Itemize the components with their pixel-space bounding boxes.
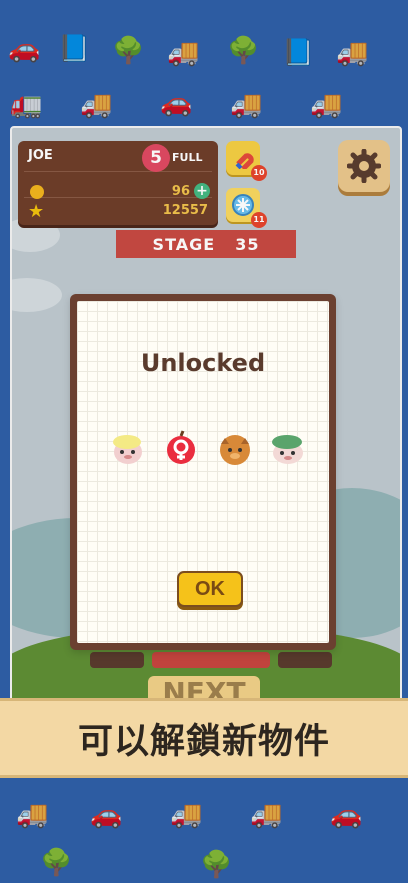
modal-paper: Unlocked OK — [77, 301, 329, 643]
promo-text: 可以解鎖新物件 — [77, 721, 330, 762]
blonde-hair-creature-icon — [108, 428, 148, 468]
red-apple-female-icon — [161, 428, 201, 468]
promo-banner: 可以解鎖新物件 — [0, 698, 408, 778]
unlock-modal: Unlocked OK — [70, 294, 336, 650]
unlocked-items — [108, 428, 308, 468]
green-hat-creature-icon — [268, 428, 308, 468]
orange-fuzzy-creature-icon — [215, 428, 255, 468]
modal-title: Unlocked — [140, 349, 266, 377]
ok-button[interactable]: OK — [177, 571, 243, 607]
